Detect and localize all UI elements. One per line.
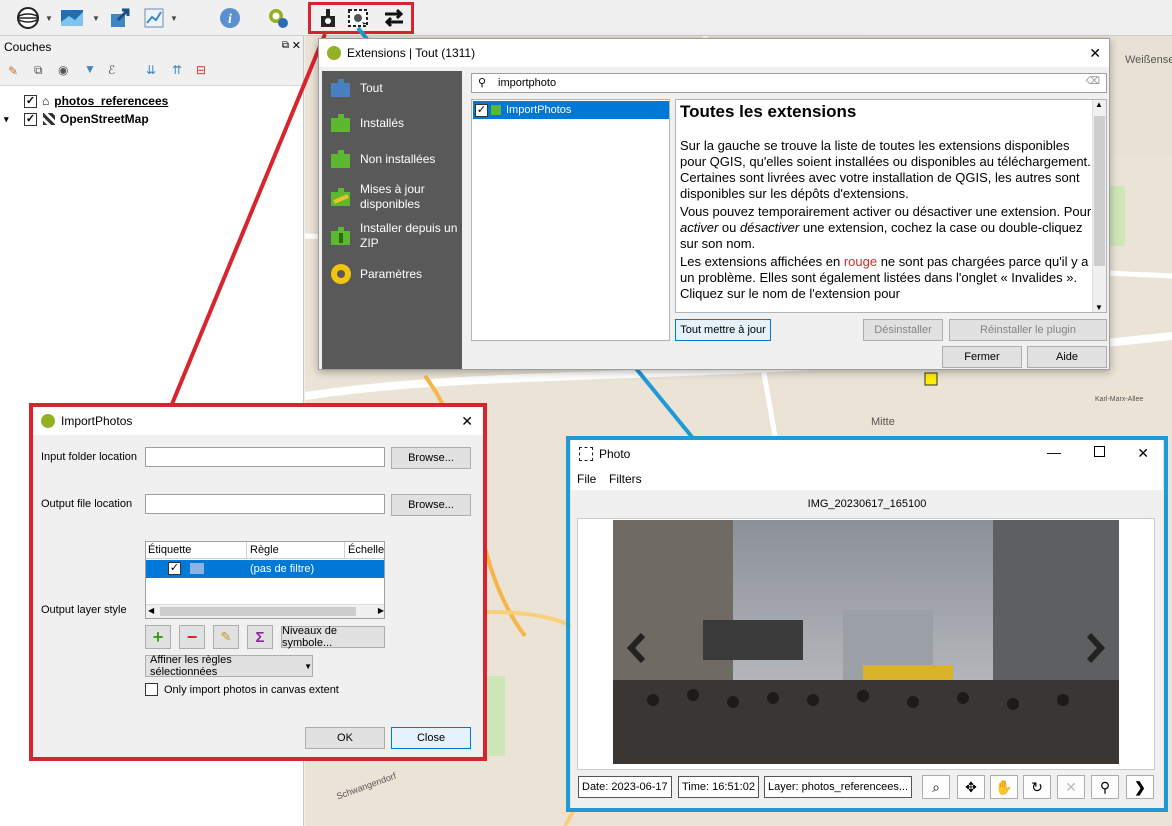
nav-item-mises-a-jour[interactable]: Mises à jour disponibles <box>322 177 462 217</box>
reinstall-button[interactable]: Réinstaller le plugin <box>949 319 1107 341</box>
puzzle-zip-icon <box>331 227 350 245</box>
description-heading: Toutes les extensions <box>680 102 857 121</box>
window-title: Extensions | Tout (1311) <box>347 46 476 60</box>
scroll-thumb <box>1094 116 1105 266</box>
plugin-list: ✓ ImportPhotos <box>471 99 670 341</box>
description-panel: Toutes les extensions Sur la gauche se t… <box>675 99 1107 313</box>
puzzle-green-icon <box>331 114 350 132</box>
extensions-titlebar: Extensions | Tout (1311) ✕ <box>319 39 1109 67</box>
extensions-nav: Tout Installés Non installées Mises à jo… <box>322 71 462 369</box>
nav-item-installer-zip[interactable]: Installer depuis un ZIP <box>322 216 462 256</box>
puzzle-green-icon <box>491 105 501 115</box>
scrollbar[interactable]: ▲ ▼ <box>1092 100 1106 312</box>
uninstall-button[interactable]: Désinstaller <box>863 319 943 341</box>
list-item[interactable]: ✓ ImportPhotos <box>473 101 669 119</box>
search-input[interactable]: ⚲ importphoto ⌫ <box>471 73 1107 93</box>
nav-item-installes[interactable]: Installés <box>322 108 462 138</box>
nav-item-tout[interactable]: Tout <box>322 73 462 103</box>
clear-search-icon[interactable]: ⌫ <box>1086 76 1100 87</box>
highlight-frame-red <box>29 403 487 761</box>
scroll-up-icon: ▲ <box>1095 100 1103 109</box>
nav-item-non-installees[interactable]: Non installées <box>322 144 462 174</box>
plugin-checkbox[interactable]: ✓ <box>475 103 488 117</box>
puzzle-green-icon <box>331 150 350 168</box>
search-icon: ⚲ <box>478 77 487 89</box>
highlight-frame-blue <box>566 436 1168 812</box>
nav-item-parametres[interactable]: Paramètres <box>322 259 462 289</box>
description-text: Sur la gauche se trouve la liste de tout… <box>680 138 1092 301</box>
puzzle-update-icon <box>331 188 350 206</box>
close-button[interactable]: Fermer <box>942 346 1022 368</box>
scroll-down-icon: ▼ <box>1095 303 1103 312</box>
extensions-window: Extensions | Tout (1311) ✕ Tout Installé… <box>318 38 1110 370</box>
qgis-logo-icon <box>327 46 341 60</box>
gear-icon <box>331 264 351 284</box>
help-button[interactable]: Aide <box>1027 346 1107 368</box>
puzzle-blue-icon <box>331 79 350 97</box>
close-icon[interactable]: ✕ <box>1089 45 1101 62</box>
update-all-button[interactable]: Tout mettre à jour <box>675 319 771 341</box>
